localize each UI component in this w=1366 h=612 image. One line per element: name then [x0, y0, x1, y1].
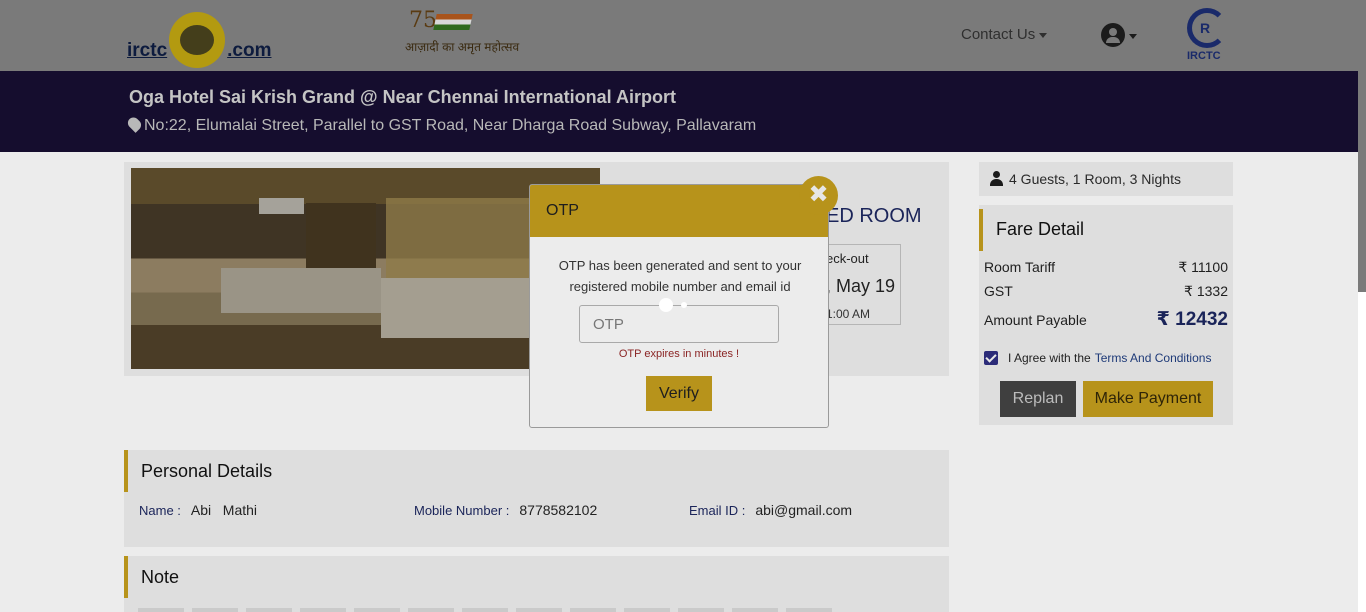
brand-suffix: .com: [227, 40, 272, 61]
otp-message: OTP has been generated and sent to your …: [558, 258, 802, 294]
room-photo-ac: [259, 198, 304, 214]
mobile-value: 8778582102: [519, 502, 598, 518]
terms-link[interactable]: Terms And Conditions: [1095, 351, 1212, 365]
room-type-title: ED ROOM: [826, 205, 922, 227]
chevron-down-icon: [1039, 32, 1048, 38]
irctc-logo[interactable]: R IRCTC: [1183, 8, 1231, 64]
map-marker-icon: [125, 115, 144, 133]
fare-detail-card: Fare Detail Room Tariff ₹ 11100 GST ₹ 13…: [979, 205, 1233, 425]
make-payment-button[interactable]: Make Payment: [1083, 381, 1213, 417]
irctc-mark-icon: R: [1200, 20, 1211, 36]
azadi-ka-amrit-mahotsav-logo: 75 आज़ादी का अमृत महोत्सव: [405, 8, 519, 60]
contact-us-label: Contact Us: [961, 26, 1036, 43]
otp-modal: OTP OTP has been generated and sent to y…: [529, 184, 829, 428]
booking-summary-text: 4 Guests, 1 Room, 3 Nights: [1009, 171, 1181, 187]
page-edge: [1358, 292, 1366, 612]
name-value: Abi Mathi: [190, 502, 258, 518]
flag-icon: [433, 14, 473, 30]
room-tariff-row: Room Tariff ₹ 11100: [984, 259, 1228, 276]
hotel-address: No:22, Elumalai Street, Parallel to GST …: [125, 115, 757, 135]
agree-text: I Agree with the: [1008, 351, 1091, 365]
otp-input[interactable]: [579, 305, 779, 343]
terms-agreement: I Agree with the Terms And Conditions: [984, 351, 1211, 365]
scrollbar-track: [1358, 0, 1366, 292]
amount-payable-label: Amount Payable: [984, 311, 1087, 328]
verify-button[interactable]: Verify: [646, 376, 712, 411]
otp-expiry-text: OTP expires in minutes !: [618, 348, 740, 360]
email-field: Email ID : abi@gmail.com: [689, 502, 852, 518]
mobile-field: Mobile Number : 8778582102: [414, 502, 597, 518]
user-account-icon[interactable]: [1101, 23, 1125, 47]
hotel-banner: Oga Hotel Sai Krish Grand @ Near Chennai…: [0, 71, 1358, 152]
checkout-date: , May 19: [826, 276, 896, 296]
contact-us-menu[interactable]: Contact Us: [961, 26, 1048, 43]
amount-payable-row: Amount Payable ₹ 12432: [984, 308, 1228, 331]
note-heading: Note: [124, 556, 179, 598]
mobile-label: Mobile Number :: [414, 503, 510, 518]
room-tariff-label: Room Tariff: [984, 259, 1056, 275]
irctc-tourism-logo[interactable]: irctc .com: [127, 12, 272, 68]
room-tariff-value: ₹ 11100: [1178, 259, 1228, 275]
name-label: Name :: [139, 503, 181, 518]
guests-icon: [989, 171, 1004, 186]
chevron-down-icon[interactable]: [1129, 34, 1137, 39]
hotel-address-text: No:22, Elumalai Street, Parallel to GST …: [144, 117, 757, 134]
personal-details-card: Personal Details Name : Abi Mathi Mobile …: [124, 450, 949, 547]
note-text-cutoff: [138, 608, 838, 612]
irctc-logo-label: IRCTC: [1187, 50, 1221, 62]
room-photo-bed: [221, 268, 381, 313]
locomotive-icon: [169, 12, 226, 68]
checkout-label: eck-out: [826, 251, 869, 266]
hotel-name: Oga Hotel Sai Krish Grand @ Near Chennai…: [129, 87, 676, 107]
gst-label: GST: [984, 283, 1013, 299]
brand-prefix: irctc: [127, 40, 168, 61]
loading-spinner-dot: [681, 302, 687, 308]
gst-value: ₹ 1332: [1184, 283, 1228, 299]
personal-details-heading: Personal Details: [124, 450, 272, 492]
replan-button[interactable]: Replan: [1000, 381, 1076, 417]
otp-modal-title: OTP: [530, 185, 828, 237]
close-icon[interactable]: ✖: [799, 176, 838, 215]
amount-payable-value: ₹ 12432: [1156, 309, 1228, 330]
note-card: Note: [124, 556, 949, 612]
agree-checkbox[interactable]: [984, 351, 998, 365]
email-label: Email ID :: [689, 503, 746, 518]
loading-spinner-icon: [659, 298, 673, 312]
email-value: abi@gmail.com: [755, 502, 853, 518]
name-field: Name : Abi Mathi: [139, 502, 257, 518]
checkout-time: 1:00 AM: [826, 307, 871, 321]
booking-summary: 4 Guests, 1 Room, 3 Nights: [979, 162, 1233, 196]
azadi-text: आज़ादी का अमृत महोत्सव: [405, 40, 520, 54]
gst-row: GST ₹ 1332: [984, 283, 1228, 300]
fare-detail-heading: Fare Detail: [979, 209, 1233, 251]
